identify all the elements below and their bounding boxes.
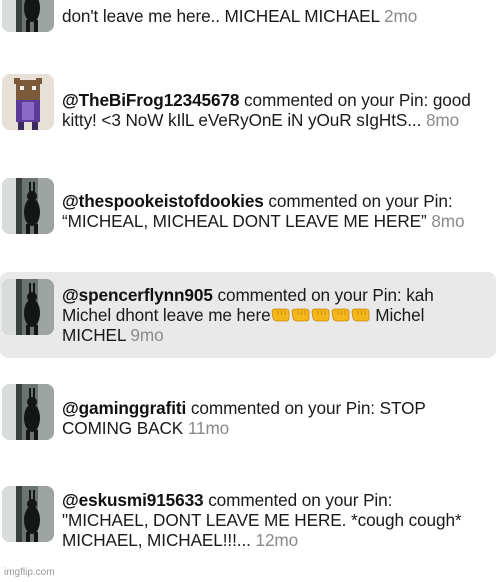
notification-item[interactable]: @TheBiFrog12345678 commented on your Pin… [0, 70, 496, 134]
time-ago: 11mo [187, 418, 230, 438]
notification-text: @thespookeistofdookies commented on your… [62, 191, 482, 231]
action-text: commented on your Pin: [239, 90, 433, 110]
notification-item[interactable]: @gaminggrafiti commented on your Pin: ST… [0, 380, 496, 444]
pin-thumbnail[interactable] [2, 384, 54, 440]
imgflip-watermark: imgflip.com [4, 567, 55, 578]
notification-item[interactable]: @spencerflynn905 commented on your Pin: … [0, 272, 496, 358]
time-ago: 9mo [130, 325, 164, 345]
notification-item[interactable]: @thespookeistofdookies commented on your… [0, 176, 496, 240]
notification-text: @spencerflynn905 commented on your Pin: … [62, 285, 482, 345]
username-link[interactable]: @TheBiFrog12345678 [62, 90, 239, 110]
username-link[interactable]: @spencerflynn905 [62, 285, 213, 305]
time-ago: 8mo [431, 211, 465, 231]
username-link[interactable]: @eskusmi915633 [62, 490, 204, 510]
action-text: commented on your Pin: [263, 191, 453, 211]
time-ago: 8mo [425, 110, 460, 130]
notification-feed: don't leave me here.. MICHEAL MICHAEL 2m… [0, 0, 500, 582]
pin-thumbnail[interactable] [2, 178, 54, 234]
notification-text: @gaminggrafiti commented on your Pin: ST… [62, 398, 482, 438]
fist-emoji-icon [291, 308, 309, 322]
username-link[interactable]: @gaminggrafiti [62, 398, 186, 418]
comment-text: don't leave me here.. MICHEAL MICHAEL [62, 6, 380, 26]
notification-text: don't leave me here.. MICHEAL MICHAEL 2m… [62, 6, 482, 26]
time-ago: 12mo [255, 530, 299, 550]
time-ago: 2mo [384, 6, 418, 26]
action-text: commented on your Pin: [186, 398, 380, 418]
fist-emoji-icon [331, 308, 349, 322]
username-link[interactable]: @thespookeistofdookies [62, 191, 264, 211]
notification-item[interactable]: @eskusmi915633 commented on your Pin: "M… [0, 484, 496, 564]
comment-text: “MICHEAL, MICHEAL DONT LEAVE ME HERE” [62, 211, 427, 231]
pin-thumbnail[interactable] [2, 0, 54, 32]
pin-thumbnail[interactable] [2, 486, 54, 542]
fist-emoji-icon [351, 308, 369, 322]
notification-text: @eskusmi915633 commented on your Pin: "M… [62, 490, 482, 550]
action-text: commented on your Pin: [203, 490, 393, 510]
notification-text: @TheBiFrog12345678 commented on your Pin… [62, 90, 482, 130]
pin-thumbnail[interactable] [2, 74, 54, 130]
fist-emoji-icon [311, 308, 329, 322]
pin-thumbnail[interactable] [2, 279, 54, 335]
fist-emoji-row [271, 305, 371, 325]
fist-emoji-icon [271, 308, 289, 322]
notification-item[interactable]: don't leave me here.. MICHEAL MICHAEL 2m… [0, 0, 496, 44]
action-text: commented on your Pin: [212, 285, 407, 305]
